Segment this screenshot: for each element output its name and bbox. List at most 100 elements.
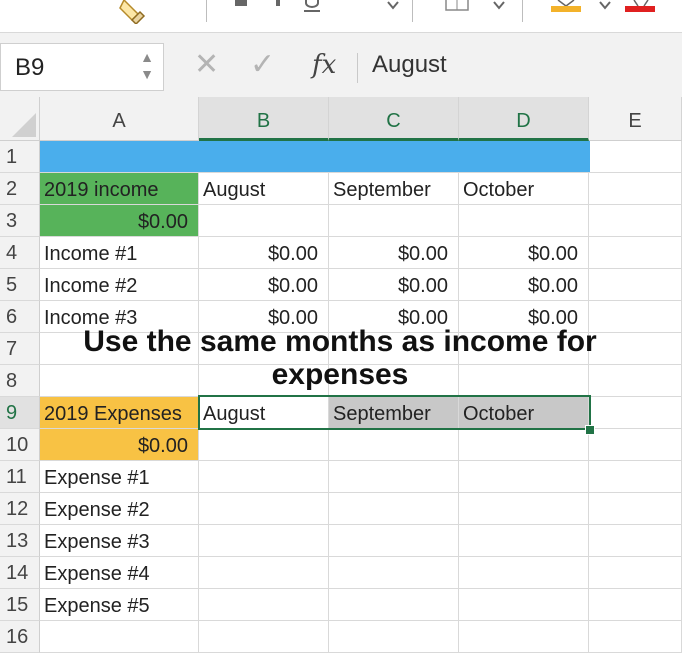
cancel-icon[interactable]: ✕ xyxy=(194,47,219,83)
cell-d10[interactable] xyxy=(459,429,589,461)
name-box[interactable]: B9 ▲ ▼ xyxy=(0,43,164,91)
cell-e15[interactable] xyxy=(589,589,682,621)
name-box-value[interactable]: B9 xyxy=(15,54,44,82)
cell-b2[interactable]: August xyxy=(199,173,329,205)
row-1-fill[interactable] xyxy=(40,141,590,173)
column-header-c[interactable]: C xyxy=(329,97,459,141)
cell-d11[interactable] xyxy=(459,461,589,493)
cell-e9[interactable] xyxy=(589,397,682,429)
row-header-5[interactable]: 5 xyxy=(0,269,40,301)
cell-c12[interactable] xyxy=(329,493,459,525)
cell-b13[interactable] xyxy=(199,525,329,557)
chevron-down-icon[interactable] xyxy=(386,0,400,14)
row-header-2[interactable]: 2 xyxy=(0,173,40,205)
cell-c15[interactable] xyxy=(329,589,459,621)
cell-e13[interactable] xyxy=(589,525,682,557)
cell-c5[interactable]: $0.00 xyxy=(329,269,459,301)
cell-b11[interactable] xyxy=(199,461,329,493)
cell-b3[interactable] xyxy=(199,205,329,237)
cell-b14[interactable] xyxy=(199,557,329,589)
cell-d15[interactable] xyxy=(459,589,589,621)
italic-icon[interactable] xyxy=(268,0,290,12)
formula-divider xyxy=(357,53,358,83)
cell-d3[interactable] xyxy=(459,205,589,237)
cell-a16[interactable] xyxy=(40,621,199,653)
cell-a15[interactable]: Expense #5 xyxy=(40,589,199,621)
bold-icon[interactable] xyxy=(232,0,254,12)
cell-a10[interactable]: $0.00 xyxy=(40,429,199,461)
row-header-3[interactable]: 3 xyxy=(0,205,40,237)
column-header-b[interactable]: B xyxy=(199,97,329,141)
cell-c11[interactable] xyxy=(329,461,459,493)
cell-e3[interactable] xyxy=(589,205,682,237)
chevron-down-icon[interactable] xyxy=(598,0,612,14)
cell-a12[interactable]: Expense #2 xyxy=(40,493,199,525)
row-header-6[interactable]: 6 xyxy=(0,301,40,333)
borders-icon[interactable] xyxy=(444,0,474,16)
stepper-icon[interactable]: ▲ ▼ xyxy=(137,49,157,87)
cell-a5[interactable]: Income #2 xyxy=(40,269,199,301)
formula-input[interactable]: August xyxy=(372,51,447,79)
cell-c14[interactable] xyxy=(329,557,459,589)
fill-handle[interactable] xyxy=(585,425,595,435)
row-header-15[interactable]: 15 xyxy=(0,589,40,621)
cell-e2[interactable] xyxy=(589,173,682,205)
cell-c4[interactable]: $0.00 xyxy=(329,237,459,269)
cell-c16[interactable] xyxy=(329,621,459,653)
row-header-9[interactable]: 9 xyxy=(0,397,40,429)
column-header-d[interactable]: D xyxy=(459,97,589,141)
function-icon[interactable]: fx xyxy=(312,50,336,80)
cell-a4[interactable]: Income #1 xyxy=(40,237,199,269)
cell-c10[interactable] xyxy=(329,429,459,461)
cell-a3[interactable]: $0.00 xyxy=(40,205,199,237)
cell-e4[interactable] xyxy=(589,237,682,269)
cell-e16[interactable] xyxy=(589,621,682,653)
cell-e10[interactable] xyxy=(589,429,682,461)
cell-e5[interactable] xyxy=(589,269,682,301)
cell-e14[interactable] xyxy=(589,557,682,589)
row-header-11[interactable]: 11 xyxy=(0,461,40,493)
column-header-e[interactable]: E xyxy=(589,97,682,141)
format-painter-icon[interactable] xyxy=(118,0,148,24)
cell-a13[interactable]: Expense #3 xyxy=(40,525,199,557)
select-all-corner[interactable] xyxy=(0,97,40,141)
confirm-icon[interactable]: ✓ xyxy=(250,47,275,83)
cell-b5[interactable]: $0.00 xyxy=(199,269,329,301)
cell-b16[interactable] xyxy=(199,621,329,653)
cell-d2[interactable]: October xyxy=(459,173,589,205)
underline-icon[interactable] xyxy=(300,0,330,14)
row-header-14[interactable]: 14 xyxy=(0,557,40,589)
row-header-1[interactable]: 1 xyxy=(0,141,40,173)
cell-c13[interactable] xyxy=(329,525,459,557)
chevron-down-icon[interactable] xyxy=(492,0,506,14)
cell-a11[interactable]: Expense #1 xyxy=(40,461,199,493)
font-color-icon[interactable] xyxy=(622,0,662,16)
row-header-16[interactable]: 16 xyxy=(0,621,40,653)
row-header-7[interactable]: 7 xyxy=(0,333,40,365)
cell-b12[interactable] xyxy=(199,493,329,525)
fill-color-icon[interactable] xyxy=(548,0,588,16)
cell-d12[interactable] xyxy=(459,493,589,525)
row-header-13[interactable]: 13 xyxy=(0,525,40,557)
cell-c2[interactable]: September xyxy=(329,173,459,205)
row-header-4[interactable]: 4 xyxy=(0,237,40,269)
cell-d14[interactable] xyxy=(459,557,589,589)
cell-a2[interactable]: 2019 income xyxy=(40,173,199,205)
cell-c3[interactable] xyxy=(329,205,459,237)
row-header-8[interactable]: 8 xyxy=(0,365,40,397)
cell-b15[interactable] xyxy=(199,589,329,621)
cell-d4[interactable]: $0.00 xyxy=(459,237,589,269)
row-header-12[interactable]: 12 xyxy=(0,493,40,525)
cell-e12[interactable] xyxy=(589,493,682,525)
row-header-10[interactable]: 10 xyxy=(0,429,40,461)
cell-b10[interactable] xyxy=(199,429,329,461)
cell-d5[interactable]: $0.00 xyxy=(459,269,589,301)
cell-e1[interactable] xyxy=(589,141,682,173)
column-header-a[interactable]: A xyxy=(40,97,199,141)
cell-a9[interactable]: 2019 Expenses xyxy=(40,397,199,429)
cell-b4[interactable]: $0.00 xyxy=(199,237,329,269)
cell-d16[interactable] xyxy=(459,621,589,653)
cell-d13[interactable] xyxy=(459,525,589,557)
cell-a14[interactable]: Expense #4 xyxy=(40,557,199,589)
cell-e11[interactable] xyxy=(589,461,682,493)
